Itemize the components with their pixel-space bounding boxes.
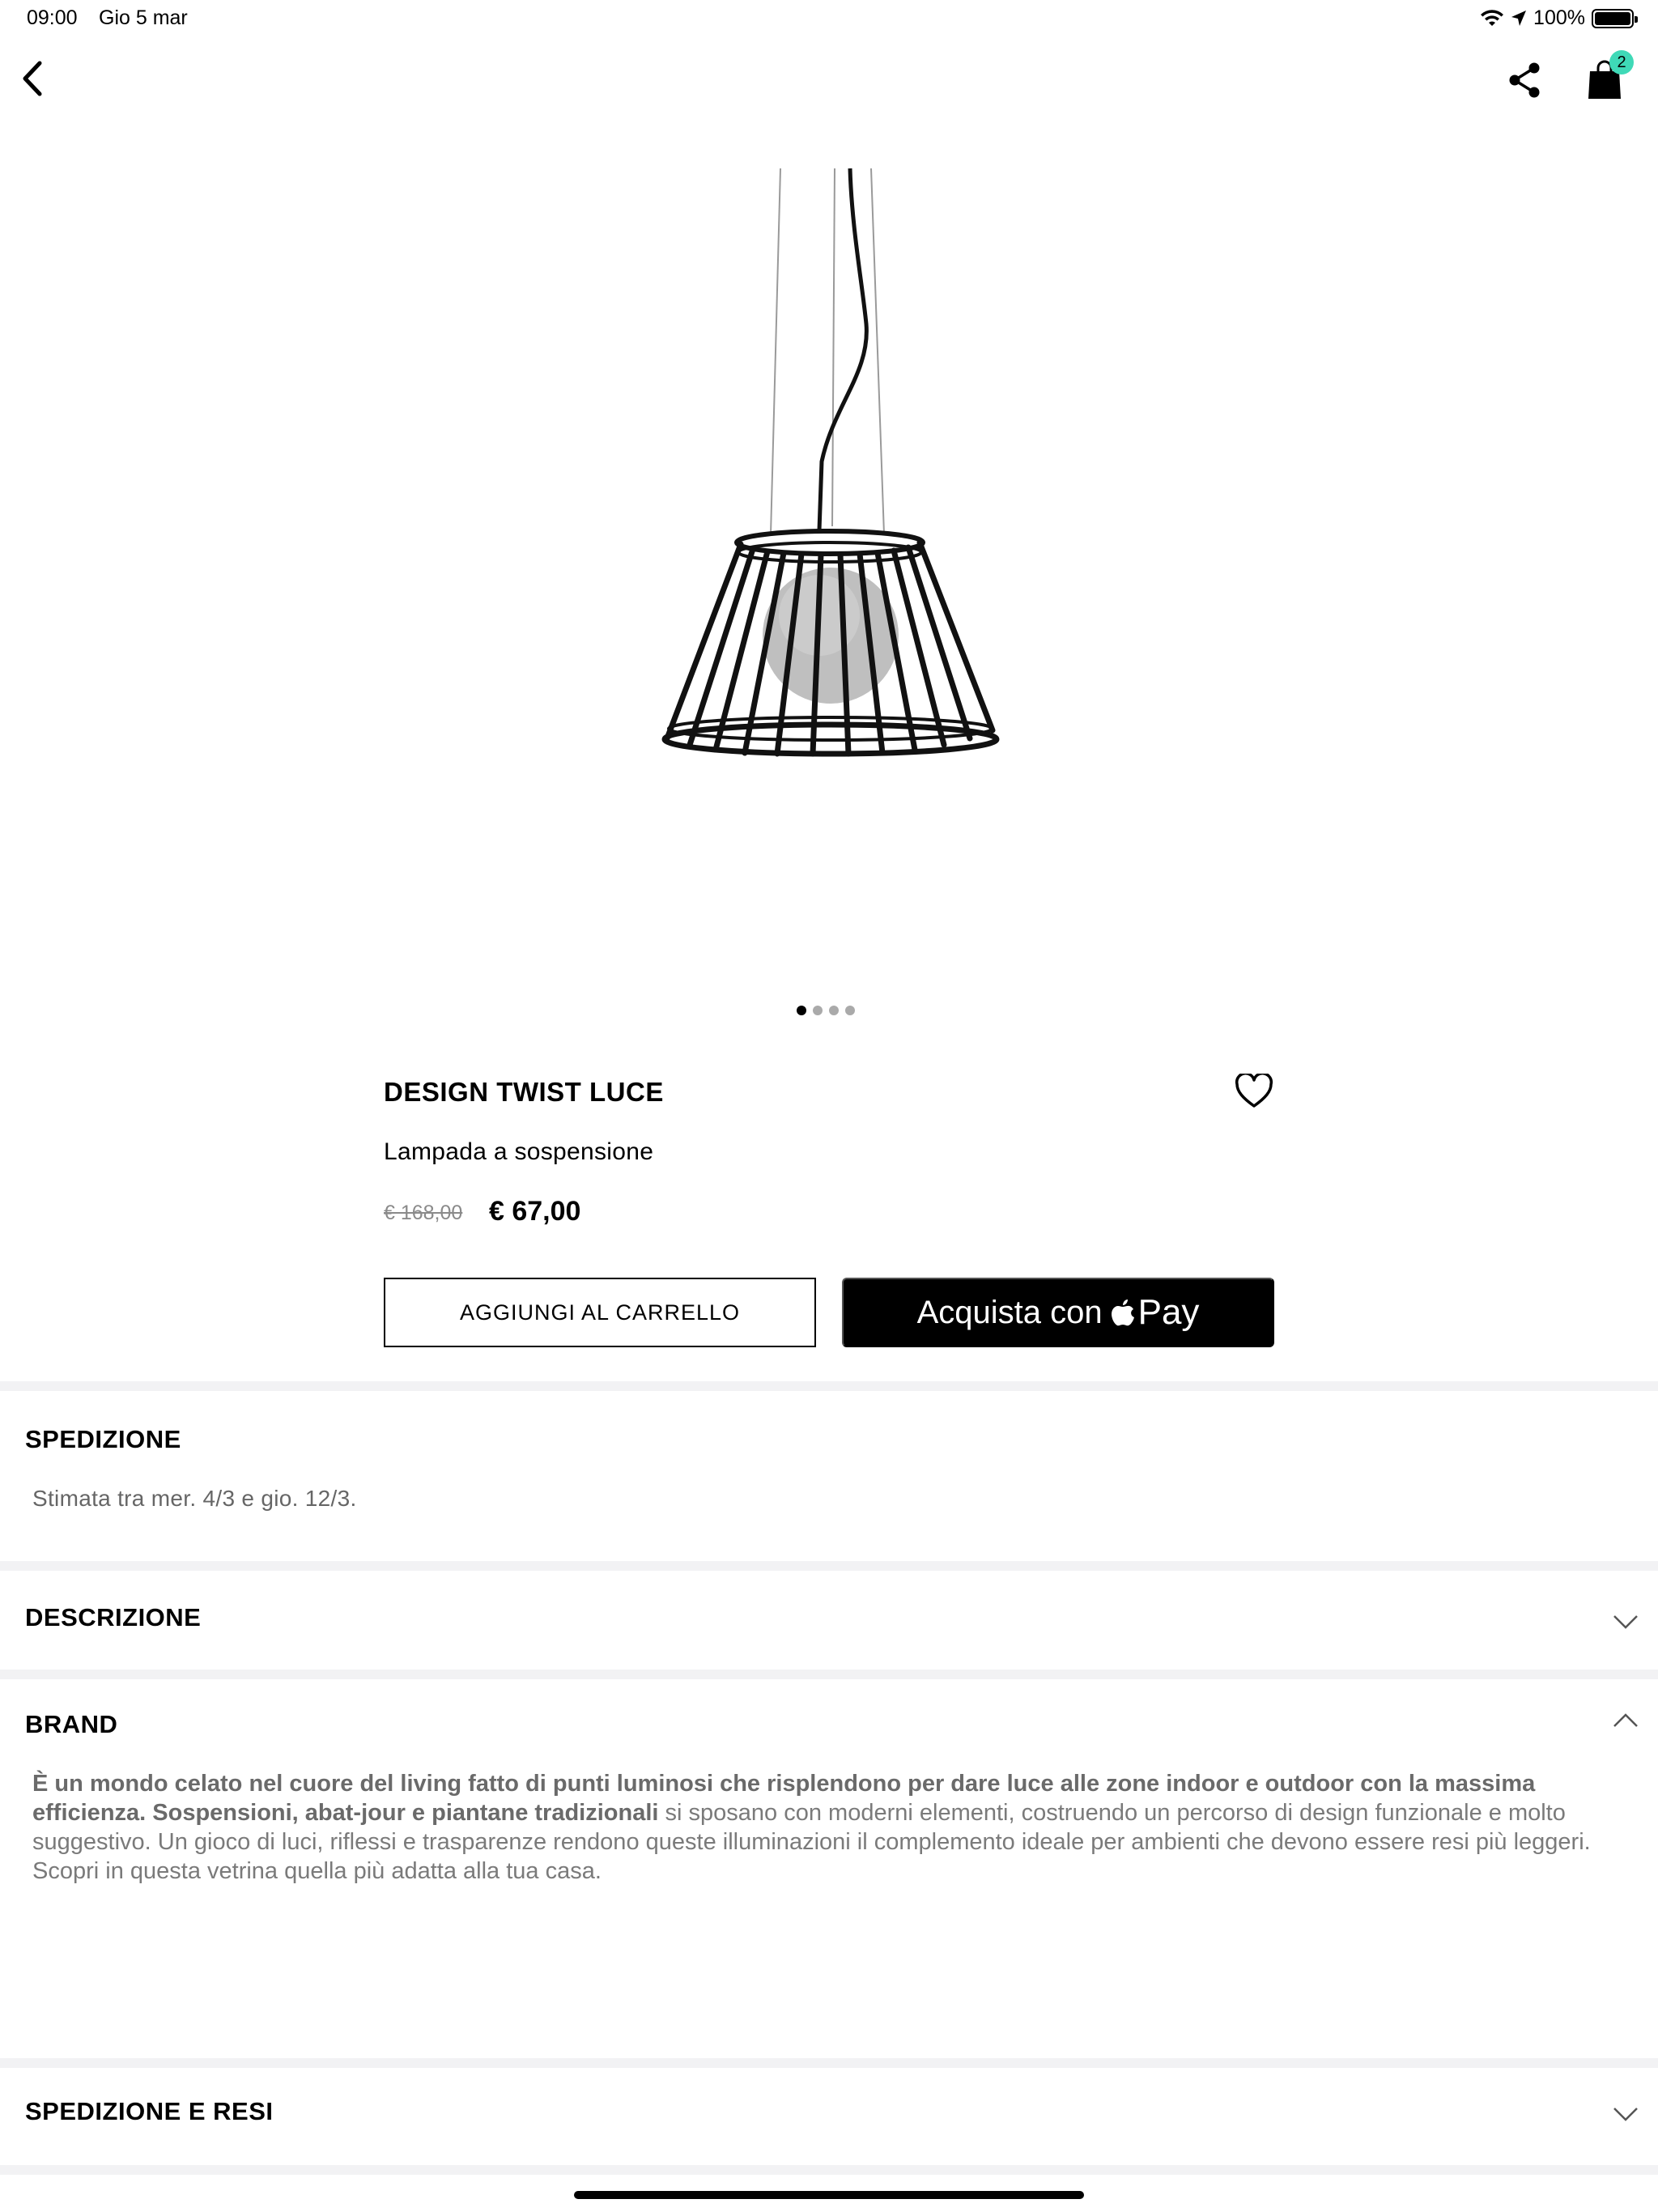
brand-accordion[interactable]: BRAND xyxy=(0,1679,1658,1760)
image-pager[interactable] xyxy=(797,1006,855,1015)
apple-pay-button[interactable]: Acquista con Pay xyxy=(842,1278,1274,1347)
shipping-estimate: Stimata tra mer. 4/3 e gio. 12/3. xyxy=(32,1486,357,1511)
pager-dot[interactable] xyxy=(797,1006,806,1015)
back-chevron-icon xyxy=(23,61,42,96)
returns-section-title: SPEDIZIONE E RESI xyxy=(25,2097,274,2125)
home-indicator[interactable] xyxy=(574,2191,1084,2199)
apple-pay-prefix: Acquista con xyxy=(916,1294,1103,1330)
status-date: Gio 5 mar xyxy=(99,6,188,29)
pager-dot[interactable] xyxy=(813,1006,823,1015)
cart-count-badge: 2 xyxy=(1609,50,1634,74)
status-time: 09:00 xyxy=(27,6,78,29)
status-right: 100% xyxy=(1480,6,1638,30)
chevron-down-icon xyxy=(1613,2108,1638,2121)
section-divider xyxy=(0,1381,1658,1391)
location-arrow-icon xyxy=(1511,10,1527,26)
brand-section-title: BRAND xyxy=(25,1710,118,1738)
battery-percent: 100% xyxy=(1533,6,1585,29)
battery-icon xyxy=(1592,8,1638,28)
product-name: DESIGN TWIST LUCE xyxy=(384,1077,664,1107)
wishlist-button[interactable] xyxy=(1235,1072,1277,1112)
pager-dot[interactable] xyxy=(829,1006,839,1015)
section-divider xyxy=(0,2058,1658,2068)
description-section-title: DESCRIZIONE xyxy=(25,1603,202,1631)
description-accordion[interactable]: DESCRIZIONE xyxy=(0,1571,1658,1670)
returns-accordion[interactable]: SPEDIZIONE E RESI xyxy=(0,2068,1658,2165)
section-divider xyxy=(0,2165,1658,2175)
product-image[interactable] xyxy=(631,162,1020,777)
section-divider xyxy=(0,1670,1658,1679)
section-divider xyxy=(0,1561,1658,1571)
status-bar: 09:00 Gio 5 mar 100% xyxy=(0,0,1658,39)
apple-pay-word: Pay xyxy=(1137,1292,1200,1332)
back-button[interactable] xyxy=(15,57,50,100)
brand-description: È un mondo celato nel cuore del living f… xyxy=(32,1769,1603,1886)
cart-button[interactable]: 2 xyxy=(1585,50,1634,102)
product-subtitle: Lampada a sospensione xyxy=(384,1138,654,1165)
old-price: € 168,00 xyxy=(384,1202,463,1224)
shipping-section-title: SPEDIZIONE xyxy=(25,1425,181,1453)
wifi-icon xyxy=(1481,9,1504,26)
share-button[interactable] xyxy=(1504,58,1545,102)
current-price: € 67,00 xyxy=(489,1196,581,1227)
pendant-lamp-image xyxy=(661,168,1000,757)
pager-dot[interactable] xyxy=(845,1006,855,1015)
apple-logo-icon xyxy=(1111,1300,1134,1326)
add-to-cart-button[interactable]: AGGIUNGI AL CARRELLO xyxy=(384,1278,816,1347)
share-icon xyxy=(1509,62,1540,98)
heart-icon xyxy=(1235,1072,1273,1108)
chevron-up-icon xyxy=(1613,1713,1638,1727)
chevron-down-icon xyxy=(1613,1615,1638,1629)
